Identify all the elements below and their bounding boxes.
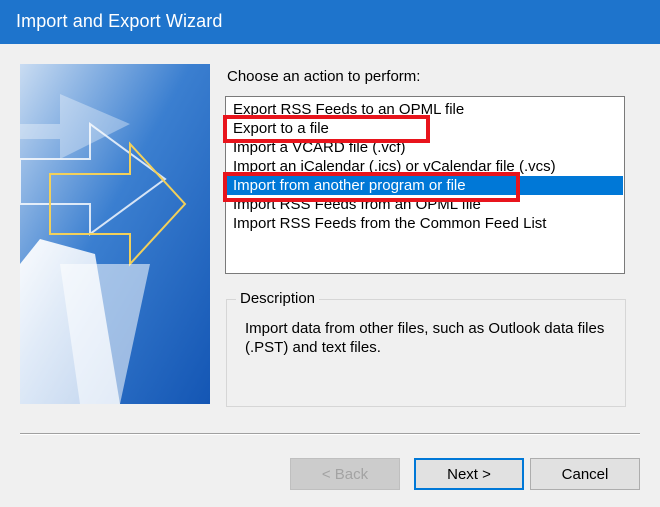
wizard-arrows-illustration xyxy=(20,64,210,404)
window-title: Import and Export Wizard xyxy=(16,11,223,31)
action-export-to-file[interactable]: Export to a file xyxy=(227,119,623,138)
action-list[interactable]: Export RSS Feeds to an OPML file Export … xyxy=(225,96,625,274)
action-prompt: Choose an action to perform: xyxy=(227,68,421,85)
action-import-rss-opml[interactable]: Import RSS Feeds from an OPML file xyxy=(227,195,623,214)
action-import-from-program[interactable]: Import from another program or file xyxy=(227,176,623,195)
description-text: Import data from other files, such as Ou… xyxy=(245,320,605,356)
title-bar[interactable]: Import and Export Wizard xyxy=(0,0,660,44)
description-label: Description xyxy=(236,290,320,307)
back-button[interactable]: < Back xyxy=(290,458,400,490)
action-import-icalendar[interactable]: Import an iCalendar (.ics) or vCalendar … xyxy=(227,157,623,176)
action-import-vcard[interactable]: Import a VCARD file (.vcf) xyxy=(227,138,623,157)
next-button[interactable]: Next > xyxy=(414,458,524,490)
action-import-rss-common-feed[interactable]: Import RSS Feeds from the Common Feed Li… xyxy=(227,214,623,233)
divider xyxy=(20,433,640,435)
cancel-button[interactable]: Cancel xyxy=(530,458,640,490)
description-group: Description Import data from other files… xyxy=(226,290,626,407)
action-export-rss-opml[interactable]: Export RSS Feeds to an OPML file xyxy=(227,100,623,119)
wizard-body: Choose an action to perform: Export RSS … xyxy=(0,44,660,507)
